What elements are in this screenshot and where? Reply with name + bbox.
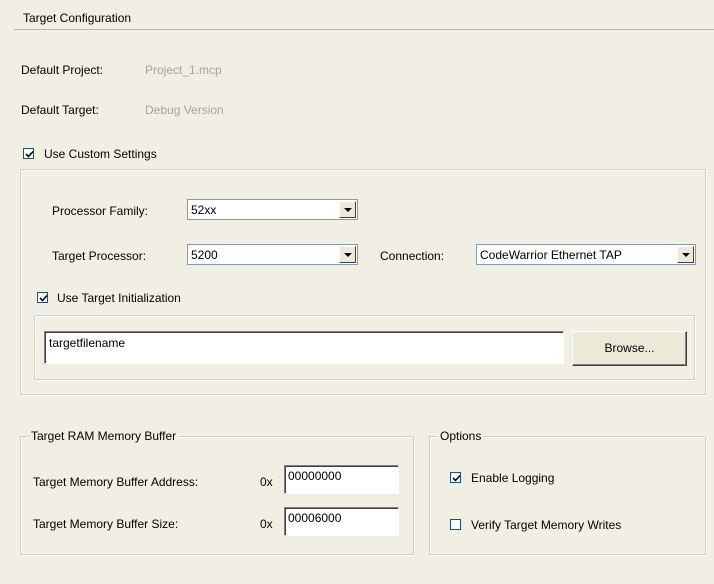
- checkmark-icon: [452, 474, 461, 482]
- ram-buffer-legend: Target RAM Memory Buffer: [29, 429, 179, 443]
- ram-buffer-group: [20, 436, 414, 555]
- default-target-label: Default Target:: [21, 103, 99, 117]
- target-processor-value: 5200: [191, 248, 218, 262]
- buffer-address-prefix: 0x: [260, 475, 273, 489]
- target-init-filename-value: targetfilename: [49, 336, 126, 350]
- use-custom-settings-label[interactable]: Use Custom Settings: [44, 147, 157, 161]
- buffer-address-label: Target Memory Buffer Address:: [33, 475, 199, 489]
- use-target-initialization-checkbox[interactable]: [37, 292, 48, 303]
- enable-logging-checkbox[interactable]: [450, 472, 461, 483]
- connection-label: Connection:: [380, 249, 445, 263]
- buffer-address-value: 00000000: [288, 469, 342, 483]
- buffer-size-prefix: 0x: [260, 517, 273, 531]
- options-group: [429, 436, 706, 555]
- checkmark-icon: [25, 150, 34, 158]
- buffer-address-input[interactable]: 00000000: [284, 465, 399, 494]
- connection-value: CodeWarrior Ethernet TAP: [480, 248, 622, 262]
- verify-memory-writes-checkbox[interactable]: [450, 519, 461, 530]
- default-target-value: Debug Version: [145, 103, 224, 117]
- dropdown-arrow-icon[interactable]: [339, 246, 356, 263]
- enable-logging-label[interactable]: Enable Logging: [471, 471, 554, 485]
- buffer-size-input[interactable]: 00006000: [284, 507, 399, 536]
- processor-family-dropdown[interactable]: 52xx: [187, 199, 358, 220]
- default-project-label: Default Project:: [21, 63, 104, 77]
- checkmark-icon: [39, 294, 48, 302]
- buffer-size-label: Target Memory Buffer Size:: [33, 517, 179, 531]
- dropdown-arrow-icon[interactable]: [339, 201, 356, 218]
- verify-memory-writes-label[interactable]: Verify Target Memory Writes: [471, 518, 621, 532]
- processor-family-value: 52xx: [191, 203, 217, 217]
- browse-button[interactable]: Browse...: [572, 331, 687, 366]
- dropdown-arrow-icon[interactable]: [677, 246, 694, 263]
- default-project-value: Project_1.mcp: [145, 63, 222, 77]
- target-init-filename-input[interactable]: targetfilename: [44, 331, 564, 364]
- target-processor-label: Target Processor:: [52, 249, 147, 263]
- use-target-initialization-label[interactable]: Use Target Initialization: [57, 291, 181, 305]
- target-processor-dropdown[interactable]: 5200: [187, 244, 358, 265]
- connection-dropdown[interactable]: CodeWarrior Ethernet TAP: [476, 244, 696, 265]
- buffer-size-value: 00006000: [288, 511, 342, 525]
- processor-family-label: Processor Family:: [52, 204, 149, 218]
- options-legend: Options: [438, 429, 484, 443]
- use-custom-settings-checkbox[interactable]: [23, 148, 34, 159]
- panel-header: Target Configuration: [14, 7, 714, 30]
- panel-title: Target Configuration: [23, 11, 132, 25]
